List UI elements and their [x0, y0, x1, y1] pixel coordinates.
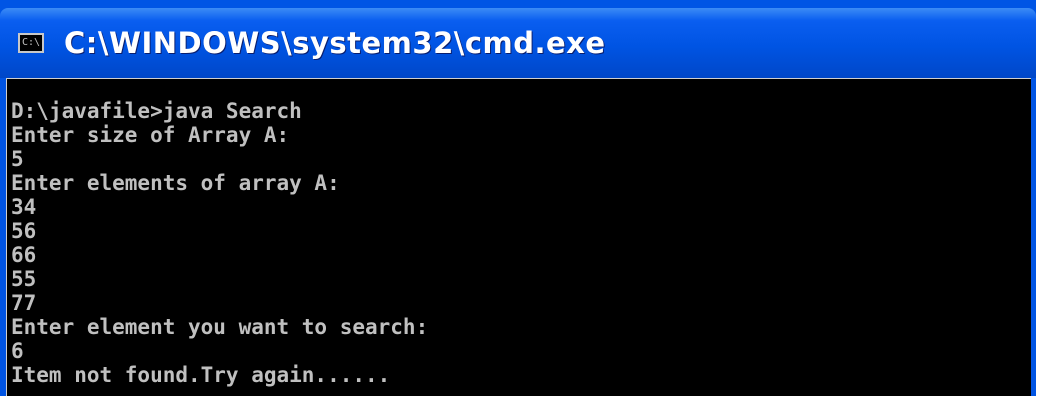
- console-output[interactable]: D:\javafile>java Search Enter size of Ar…: [6, 78, 1031, 396]
- console-line: 5: [11, 147, 24, 171]
- console-line: 56: [11, 219, 37, 243]
- window-title: C:\WINDOWS\system32\cmd.exe: [64, 26, 606, 60]
- window-right-border: [1031, 78, 1036, 396]
- page-bottom-margin: [0, 396, 1038, 401]
- cmd-window: C:\ C:\WINDOWS\system32\cmd.exe D:\javaf…: [0, 0, 1036, 396]
- console-line: 66: [11, 243, 37, 267]
- console-line: 6: [11, 339, 24, 363]
- cmd-icon[interactable]: C:\: [18, 33, 44, 53]
- console-line: D:\javafile>java Search: [11, 99, 302, 123]
- console-line: Enter size of Array A:: [11, 123, 290, 147]
- console-line: Item not found.Try again......: [11, 363, 391, 387]
- console-line: 55: [11, 267, 37, 291]
- title-bar[interactable]: C:\ C:\WINDOWS\system32\cmd.exe: [0, 8, 1036, 78]
- console-line: Enter element you want to search:: [11, 315, 429, 339]
- console-line: Enter elements of array A:: [11, 171, 340, 195]
- console-line: 34: [11, 195, 37, 219]
- console-line: 77: [11, 291, 37, 315]
